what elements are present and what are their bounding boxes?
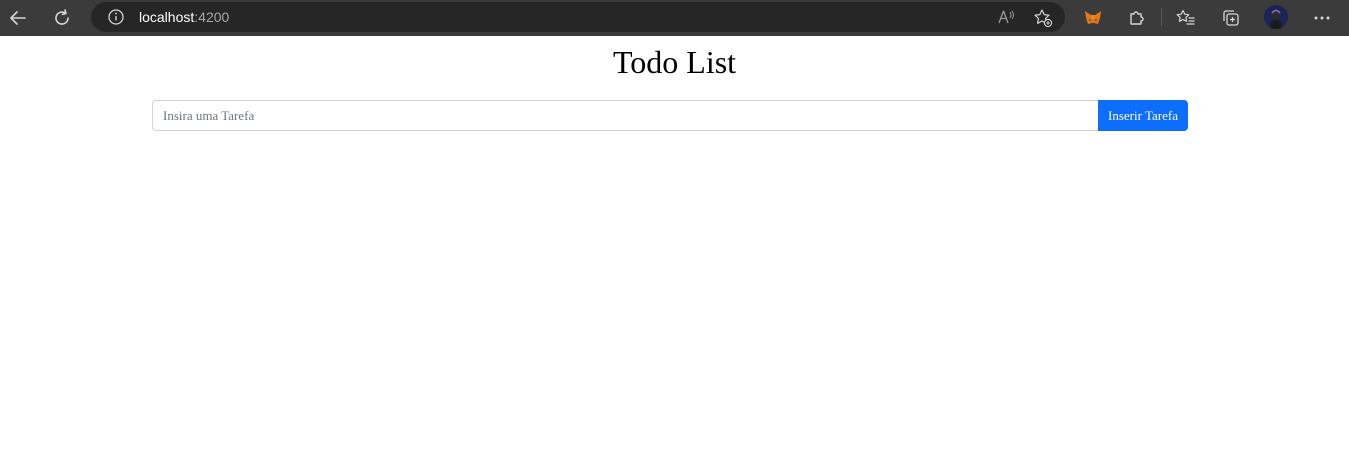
browser-toolbar: localhost:4200 [0,0,1349,36]
profile-picture-icon [1264,5,1288,29]
url-host: localhost [139,9,195,25]
add-favorite-icon[interactable] [1033,8,1053,28]
refresh-button[interactable] [48,4,76,32]
url-text[interactable]: localhost:4200 [139,8,229,26]
extensions-button[interactable] [1123,4,1151,32]
metamask-fox-icon [1085,11,1101,24]
puzzle-piece-icon [1130,11,1144,25]
refresh-icon [55,9,69,25]
task-input-group: Inserir Tarefa [152,100,1188,131]
collections-button[interactable] [1217,4,1245,32]
read-aloud-icon[interactable] [997,8,1015,26]
favorites-button[interactable] [1172,4,1200,32]
favorites-star-list-icon [1176,9,1195,25]
site-info-icon[interactable] [107,8,125,26]
url-port: :4200 [194,9,230,25]
back-button[interactable] [4,4,32,32]
more-dots-icon [1314,16,1330,20]
settings-more-button[interactable] [1308,4,1336,32]
back-arrow-icon [10,11,26,25]
task-input[interactable] [152,100,1098,131]
address-bar[interactable]: localhost:4200 [91,2,1065,32]
add-task-button[interactable]: Inserir Tarefa [1098,100,1188,131]
profile-avatar[interactable] [1264,5,1288,29]
toolbar-separator [1161,8,1162,26]
collections-icon [1223,10,1239,26]
metamask-extension-button[interactable] [1079,4,1107,32]
page-title: Todo List [612,44,737,80]
